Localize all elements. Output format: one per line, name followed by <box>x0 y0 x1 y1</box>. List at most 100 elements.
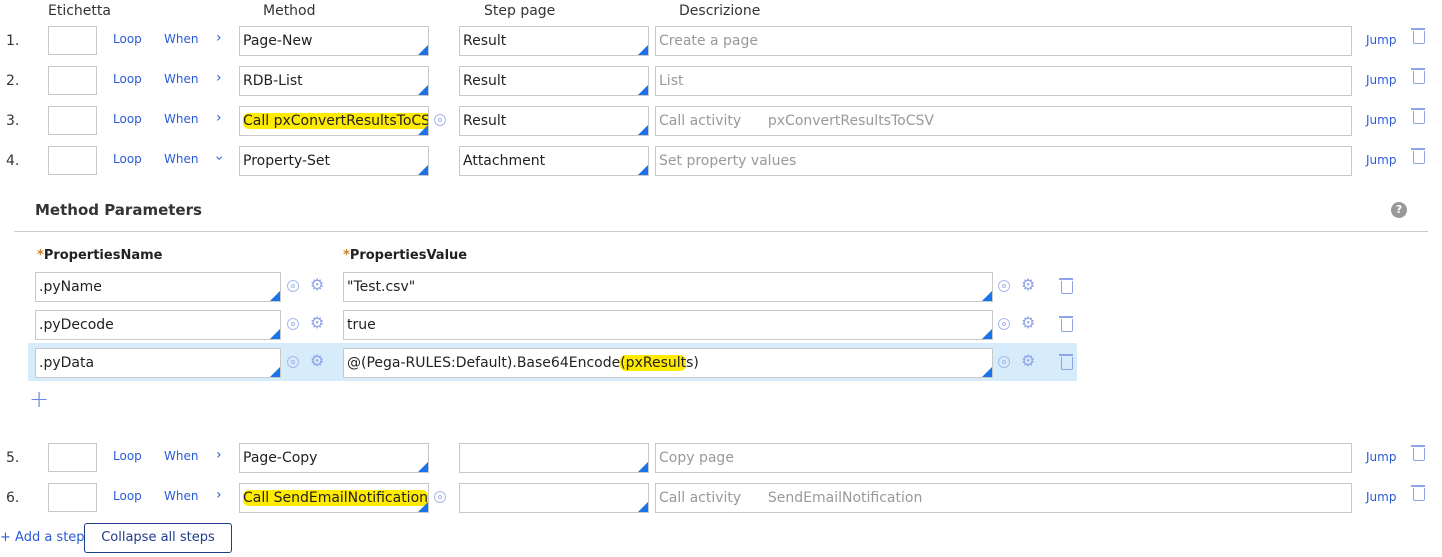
property-value-input[interactable]: @(Pega-RULES:Default).Base64Encode(pxRes… <box>343 348 993 378</box>
description-value: Call activity pxConvertResultsToCSV <box>659 113 934 129</box>
property-name-input[interactable]: .pyData <box>35 348 281 378</box>
description-input[interactable]: List <box>655 66 1352 96</box>
target-icon[interactable] <box>998 356 1010 368</box>
step-label-input[interactable] <box>48 26 97 55</box>
method-input[interactable]: RDB-List <box>239 66 429 96</box>
target-icon[interactable] <box>287 318 299 330</box>
required-mark: * <box>37 248 44 263</box>
help-icon[interactable]: ? <box>1391 202 1407 218</box>
delete-step-icon[interactable] <box>1411 68 1425 84</box>
delete-step-icon[interactable] <box>1411 445 1425 461</box>
step-number: 6. <box>6 490 20 506</box>
step-page-value: Result <box>463 113 507 129</box>
loop-link[interactable]: Loop <box>113 152 142 166</box>
delete-step-icon[interactable] <box>1411 485 1425 501</box>
method-input[interactable]: Page-New <box>239 26 429 56</box>
chevron-right-icon[interactable]: › <box>216 447 222 463</box>
when-link[interactable]: When <box>164 489 198 503</box>
property-value-highlight: (pxResult <box>620 355 687 371</box>
description-input[interactable]: Create a page <box>655 26 1352 56</box>
method-input[interactable]: Page-Copy <box>239 443 429 473</box>
delete-parameter-icon[interactable] <box>1059 278 1073 294</box>
jump-link[interactable]: Jump <box>1366 490 1396 504</box>
jump-link[interactable]: Jump <box>1366 73 1396 87</box>
target-icon[interactable] <box>287 280 299 292</box>
jump-link[interactable]: Jump <box>1366 33 1396 47</box>
target-icon[interactable] <box>434 114 446 126</box>
when-link[interactable]: When <box>164 112 198 126</box>
gear-icon[interactable]: ⚙ <box>310 353 324 369</box>
delete-parameter-icon[interactable] <box>1059 354 1073 370</box>
target-icon[interactable] <box>998 318 1010 330</box>
step-page-input[interactable] <box>459 443 649 473</box>
loop-link[interactable]: Loop <box>113 72 142 86</box>
target-icon[interactable] <box>434 491 446 503</box>
add-parameter-button[interactable]: + <box>29 385 49 413</box>
step-page-value: Attachment <box>463 153 546 169</box>
step-page-input[interactable]: Attachment <box>459 146 649 176</box>
when-link[interactable]: When <box>164 152 198 166</box>
method-input[interactable]: Call pxConvertResultsToCSV <box>239 106 429 136</box>
chevron-right-icon[interactable]: › <box>216 30 222 46</box>
property-value-input[interactable]: true <box>343 310 993 340</box>
step-page-input[interactable]: Result <box>459 66 649 96</box>
delete-step-icon[interactable] <box>1411 28 1425 44</box>
col-properties-name: *PropertiesName <box>37 248 162 263</box>
description-input[interactable]: Call activity SendEmailNotification <box>655 483 1352 513</box>
chevron-right-icon[interactable]: › <box>216 110 222 126</box>
chevron-right-icon[interactable]: › <box>216 487 222 503</box>
property-name-text: .pyData <box>39 355 95 371</box>
target-icon[interactable] <box>998 280 1010 292</box>
description-input[interactable]: Copy page <box>655 443 1352 473</box>
method-input[interactable]: Call SendEmailNotification <box>239 483 429 513</box>
step-label-input[interactable] <box>48 483 97 512</box>
header-description: Descrizione <box>679 3 761 19</box>
step-page-input[interactable]: Result <box>459 26 649 56</box>
step-label-input[interactable] <box>48 443 97 472</box>
gear-icon[interactable]: ⚙ <box>310 315 324 331</box>
property-name-text: .pyName <box>39 279 102 295</box>
delete-step-icon[interactable] <box>1411 108 1425 124</box>
collapse-all-steps-button[interactable]: Collapse all steps <box>84 523 232 553</box>
chevron-down-icon[interactable]: › <box>211 155 227 161</box>
gear-icon[interactable]: ⚙ <box>310 277 324 293</box>
target-icon[interactable] <box>287 356 299 368</box>
jump-link[interactable]: Jump <box>1366 113 1396 127</box>
description-input[interactable]: Set property values <box>655 146 1352 176</box>
step-label-input[interactable] <box>48 66 97 95</box>
property-value-text: @(Pega-RULES:Default).Base64Encode <box>347 355 621 371</box>
col-properties-value: *PropertiesValue <box>343 248 467 263</box>
when-link[interactable]: When <box>164 32 198 46</box>
loop-link[interactable]: Loop <box>113 489 142 503</box>
gear-icon[interactable]: ⚙ <box>1021 277 1035 293</box>
loop-link[interactable]: Loop <box>113 449 142 463</box>
method-value: Property-Set <box>243 153 331 169</box>
step-page-input[interactable] <box>459 483 649 513</box>
step-label-input[interactable] <box>48 146 97 175</box>
chevron-right-icon[interactable]: › <box>216 70 222 86</box>
property-value-input[interactable]: "Test.csv" <box>343 272 993 302</box>
col-value-label: PropertiesValue <box>349 248 468 263</box>
jump-link[interactable]: Jump <box>1366 450 1396 464</box>
loop-link[interactable]: Loop <box>113 112 142 126</box>
jump-link[interactable]: Jump <box>1366 153 1396 167</box>
when-link[interactable]: When <box>164 72 198 86</box>
method-value: Page-Copy <box>243 450 318 466</box>
method-value: Call pxConvertResultsToCSV <box>243 113 428 129</box>
header-method: Method <box>263 3 316 19</box>
gear-icon[interactable]: ⚙ <box>1021 353 1035 369</box>
delete-step-icon[interactable] <box>1411 148 1425 164</box>
required-mark: * <box>343 248 350 263</box>
gear-icon[interactable]: ⚙ <box>1021 315 1035 331</box>
step-page-input[interactable]: Result <box>459 106 649 136</box>
when-link[interactable]: When <box>164 449 198 463</box>
step-label-input[interactable] <box>48 106 97 135</box>
description-input[interactable]: Call activity pxConvertResultsToCSV <box>655 106 1352 136</box>
col-name-label: PropertiesName <box>43 248 163 263</box>
property-name-input[interactable]: .pyDecode <box>35 310 281 340</box>
method-input[interactable]: Property-Set <box>239 146 429 176</box>
delete-parameter-icon[interactable] <box>1059 316 1073 332</box>
loop-link[interactable]: Loop <box>113 32 142 46</box>
add-step-link[interactable]: + Add a step <box>0 530 85 545</box>
property-name-input[interactable]: .pyName <box>35 272 281 302</box>
